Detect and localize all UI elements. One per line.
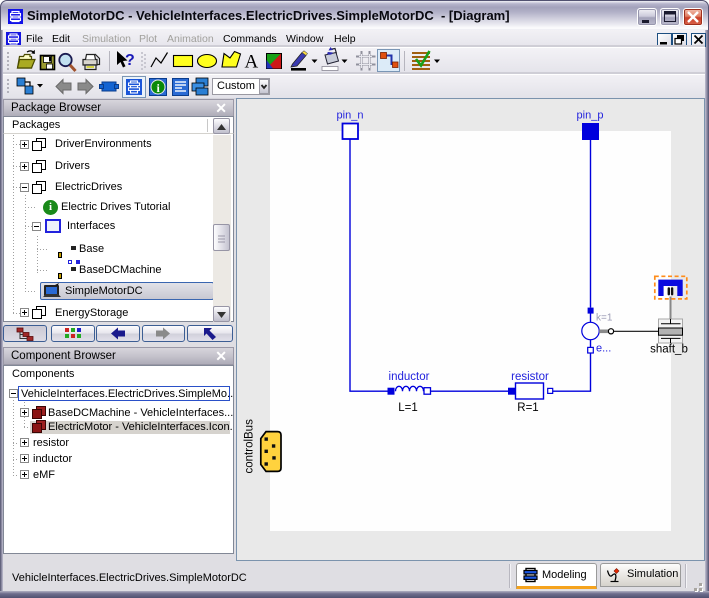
svg-text:k=1: k=1 [596,313,613,324]
svg-text:pin_p: pin_p [577,110,604,122]
svg-text:resistor: resistor [511,371,549,383]
svg-text:?: ? [125,52,135,69]
svg-text:shaft_b: shaft_b [650,344,688,356]
svg-text:A: A [245,52,259,73]
svg-text:L=1: L=1 [398,402,418,414]
svg-text:controlBus: controlBus [244,419,256,474]
svg-text:R=1: R=1 [517,402,538,414]
svg-text:e...: e... [596,343,611,355]
svg-text:inductor: inductor [389,371,430,383]
svg-text:pin_n: pin_n [337,110,364,122]
